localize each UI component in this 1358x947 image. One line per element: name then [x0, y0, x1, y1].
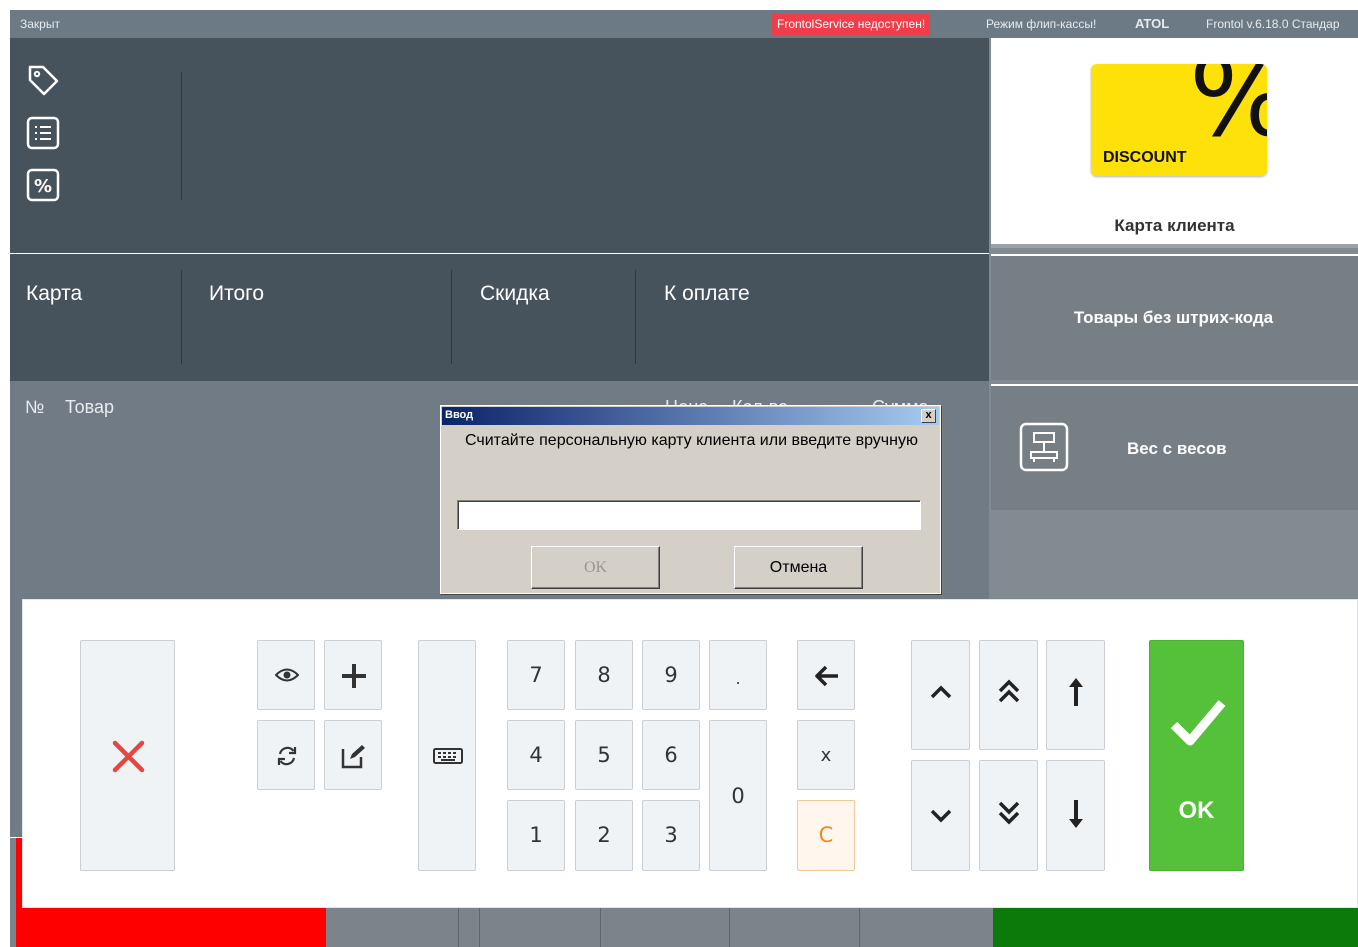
key-label: 4	[529, 743, 543, 767]
shift-status: Закрыт	[20, 17, 60, 31]
ok-key-label: OK	[1178, 797, 1215, 824]
totals-panel: Карта Итого Скидка К оплате	[10, 254, 989, 381]
to-top-icon	[1069, 678, 1083, 706]
dialog-title: Ввод	[445, 409, 474, 421]
version-label: Frontol v.6.18.0 Стандар	[1206, 17, 1340, 31]
atol-logo: ATOL	[1135, 16, 1170, 31]
double-down-icon	[998, 801, 1020, 825]
scale-weight-button[interactable]: Вес с весов	[991, 384, 1358, 510]
key-dot[interactable]: .	[709, 640, 767, 710]
dialog-message: Считайте персональную карту клиента или …	[465, 432, 918, 449]
key-label: 1	[529, 823, 543, 847]
refresh-key[interactable]	[257, 720, 315, 790]
discount-card-image: % DISCOUNT	[1091, 64, 1267, 176]
to-bottom-icon	[1069, 800, 1083, 828]
refresh-icon	[277, 746, 297, 766]
key-label: 9	[664, 663, 678, 687]
key-7[interactable]: 7	[507, 640, 565, 710]
dialog-close-button[interactable]: x	[921, 409, 936, 423]
discount-percent-glyph: %	[1189, 64, 1267, 152]
flip-mode-label: Режим флип-кассы!	[986, 17, 1097, 31]
scale-icon	[1019, 422, 1069, 472]
arrow-down-icon	[930, 809, 952, 823]
key-8[interactable]: 8	[575, 640, 633, 710]
page-down-key[interactable]	[979, 760, 1038, 871]
key-0[interactable]: 0	[709, 720, 767, 871]
key-3[interactable]: 3	[642, 800, 700, 871]
discount-label: Скидка	[480, 282, 550, 305]
dialog-ok-button[interactable]: OK	[531, 546, 660, 589]
receipt-info-panel: %	[10, 38, 989, 253]
service-warning-badge: FrontolService недоступен!	[772, 14, 931, 35]
divider	[181, 270, 182, 364]
total-label: Итого	[209, 282, 265, 305]
discount-card-text: DISCOUNT	[1103, 149, 1187, 166]
no-barcode-items-button[interactable]: Товары без штрих-кода	[991, 254, 1358, 380]
keyboard-key[interactable]	[418, 640, 476, 871]
client-card-button[interactable]: % DISCOUNT Карта клиента	[991, 38, 1358, 248]
key-label: 3	[664, 823, 678, 847]
column-product: Товар	[65, 397, 114, 417]
card-number-input[interactable]	[457, 500, 921, 530]
to-pay-label: К оплате	[664, 282, 750, 305]
cancel-key[interactable]	[80, 640, 175, 871]
divider	[181, 72, 182, 200]
backspace-key[interactable]	[797, 640, 855, 710]
input-dialog: Ввод x Считайте персональную карту клиен…	[440, 405, 941, 594]
key-1[interactable]: 1	[507, 800, 565, 871]
key-9[interactable]: 9	[642, 640, 700, 710]
backspace-arrow-icon	[815, 665, 838, 687]
ok-key[interactable]: OK	[1149, 640, 1244, 871]
key-2[interactable]: 2	[575, 800, 633, 871]
cancel-x-icon	[112, 740, 145, 773]
key-label: 5	[597, 743, 611, 767]
edit-icon	[341, 745, 365, 769]
onscreen-keypad: 7 8 9 . 4 5 6 1 2 3 0 x C OK	[22, 599, 1358, 908]
eye-icon	[275, 668, 299, 682]
up-key[interactable]	[911, 640, 970, 750]
dialog-cancel-button[interactable]: Отмена	[734, 546, 863, 589]
edit-key[interactable]	[324, 720, 382, 790]
key-label: x	[820, 745, 832, 766]
view-key[interactable]	[257, 640, 315, 710]
key-label: C	[818, 823, 834, 847]
key-label: 7	[529, 663, 543, 687]
client-card-label: Карта клиента	[1114, 216, 1235, 235]
add-key[interactable]	[324, 640, 382, 710]
top-key[interactable]	[1046, 640, 1105, 750]
down-key[interactable]	[911, 760, 970, 871]
pos-screen: Закрыт FrontolService недоступен! Режим …	[0, 0, 1358, 947]
key-label: 8	[597, 663, 611, 687]
bottom-key[interactable]	[1046, 760, 1105, 871]
key-label: 6	[664, 743, 678, 767]
scale-weight-label: Вес с весов	[1127, 439, 1227, 458]
plus-icon	[342, 664, 366, 688]
dialog-title-bar[interactable]: Ввод x	[442, 407, 939, 425]
column-number: №	[25, 397, 45, 417]
card-label: Карта	[26, 282, 83, 305]
divider	[451, 270, 452, 364]
arrow-up-icon	[930, 685, 952, 699]
key-label: 0	[731, 784, 745, 808]
no-barcode-label: Товары без штрих-кода	[1073, 308, 1274, 327]
clear-key[interactable]: C	[797, 800, 855, 871]
key-label: 2	[597, 823, 611, 847]
keyboard-icon	[433, 748, 463, 764]
key-4[interactable]: 4	[507, 720, 565, 790]
title-bar: Закрыт FrontolService недоступен! Режим …	[10, 10, 1358, 38]
divider	[635, 270, 636, 364]
key-label: .	[735, 669, 741, 688]
checkmark-icon	[1170, 700, 1226, 746]
key-5[interactable]: 5	[575, 720, 633, 790]
tag-icon[interactable]	[26, 63, 60, 97]
double-up-icon	[998, 679, 1020, 703]
percent-icon[interactable]: %	[26, 168, 60, 202]
multiply-key[interactable]: x	[797, 720, 855, 790]
svg-text:%: %	[34, 176, 52, 197]
page-up-key[interactable]	[979, 640, 1038, 750]
key-6[interactable]: 6	[642, 720, 700, 790]
list-icon[interactable]	[26, 116, 60, 150]
